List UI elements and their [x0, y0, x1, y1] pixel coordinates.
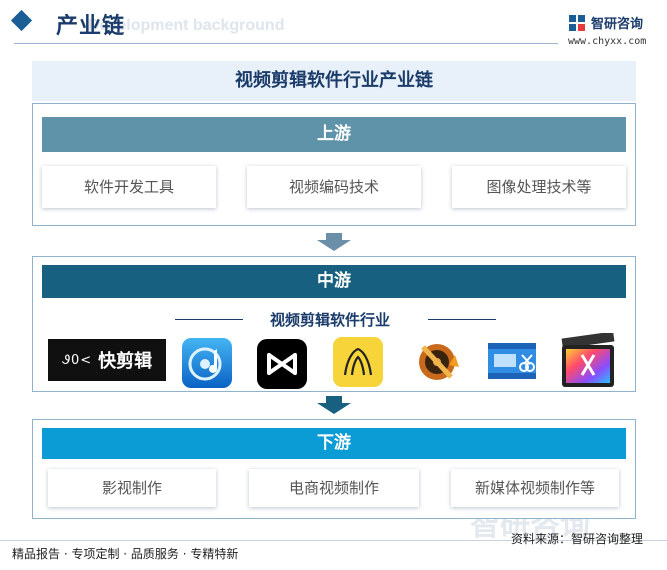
- brand-url: www.chyxx.com: [568, 36, 647, 47]
- brand-logo-icon: [569, 15, 585, 31]
- yellow-flower-app-logo: [333, 337, 383, 387]
- upstream-item: 图像处理技术等: [452, 166, 626, 208]
- header-divider: [14, 43, 558, 44]
- upstream-item: 软件开发工具: [42, 166, 216, 208]
- downstream-bar: 下游: [42, 428, 626, 459]
- downstream-item: 电商视频制作: [249, 469, 419, 507]
- flow-arrow-icon: [317, 396, 351, 414]
- downstream-item: 新媒体视频制作等: [451, 469, 619, 507]
- upstream-item: 视频编码技术: [247, 166, 421, 208]
- industry-line-left: [175, 319, 243, 320]
- capcut-logo: [257, 339, 307, 389]
- header-diamond-icon: [10, 9, 33, 32]
- industry-line-right: [428, 319, 496, 320]
- downstream-item: 影视制作: [48, 469, 216, 507]
- flow-arrow-icon: [317, 233, 351, 251]
- upstream-bar: 上游: [42, 117, 626, 152]
- midstream-bar: 中游: [42, 265, 626, 298]
- final-cut-pro-logo: [561, 333, 615, 387]
- footer-tagline: 精品报告 · 专项定制 · 品质服务 · 专精特新: [12, 547, 239, 561]
- footer-source: 资料来源：智研咨询整理: [511, 532, 644, 546]
- main-title: 视频剪辑软件行业产业链: [235, 70, 433, 91]
- kuaijianji-logo: Ꮽ0< 快剪辑: [48, 339, 166, 381]
- blue-media-app-logo: [182, 338, 232, 388]
- kuaijianji-logo-mark: Ꮽ0<: [61, 352, 93, 368]
- kuaijianji-logo-text: 快剪辑: [98, 351, 153, 372]
- industry-label: 视频剪辑软件行业: [270, 311, 391, 329]
- header-title: 产业链: [56, 14, 126, 39]
- film-reel-app-logo: [409, 335, 464, 387]
- brand-name: 智研咨询: [591, 17, 644, 32]
- video-scissors-app-logo: [488, 343, 536, 379]
